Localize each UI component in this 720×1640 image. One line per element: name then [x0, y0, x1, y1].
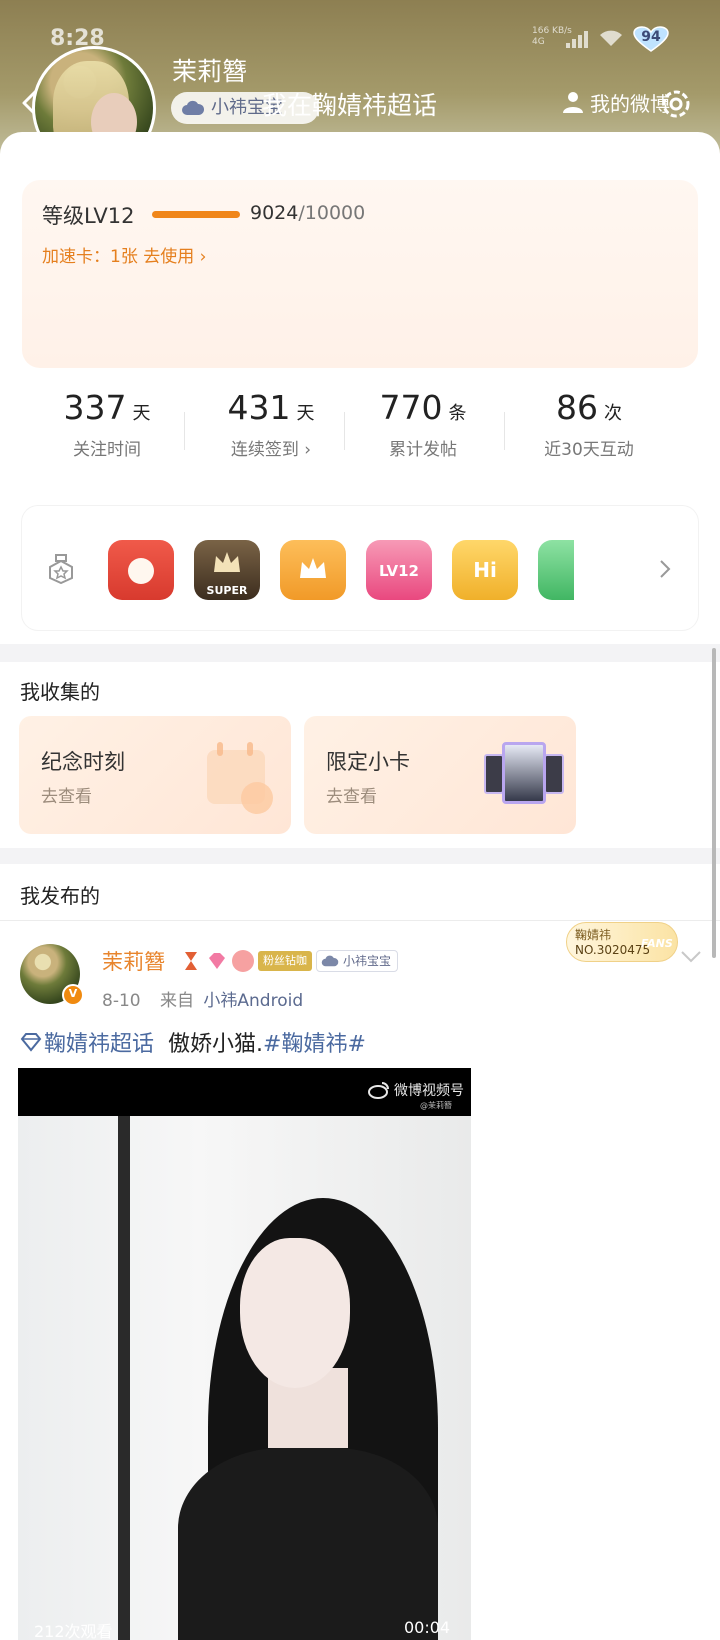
post-content: 鞠婧祎超话 傲娇小猫. #鞠婧祎#: [20, 1026, 366, 1058]
post-source[interactable]: 小祎Android: [203, 991, 303, 1011]
battery-level: 94: [641, 29, 661, 45]
cloud-icon: [182, 100, 205, 115]
diamond-icon: [20, 1033, 42, 1052]
stat-interactions: 86 次 近30天互动: [544, 388, 634, 460]
published-section-title: 我发布的: [20, 884, 100, 908]
video-duration: 00:04: [404, 1618, 451, 1637]
video-watermark-user: @茉莉簪: [420, 1101, 452, 1110]
stat-posts: 770 条 累计发帖: [379, 388, 467, 460]
fan-chip: 粉丝钻咖: [258, 951, 312, 971]
cloud-icon: [321, 955, 339, 967]
collected-section-title: 我收集的: [20, 680, 100, 704]
card-thumb: [502, 742, 546, 804]
signal-icon: [566, 31, 588, 48]
calendar-icon: [207, 742, 273, 814]
limited-card-card[interactable]: 限定小卡 去查看: [304, 716, 576, 834]
post-username[interactable]: 茉莉簪: [102, 946, 165, 976]
topic-title: 我在鞠婧祎超话: [262, 91, 438, 120]
verified-badge: V: [62, 984, 84, 1006]
post-hashtag[interactable]: #鞠婧祎#: [263, 1026, 366, 1058]
post-meta: 8-10 来自 小祎Android: [102, 991, 304, 1011]
crown-badge[interactable]: [280, 540, 346, 600]
crown-icon: [300, 558, 326, 578]
post-text: 傲娇小猫.: [168, 1032, 264, 1057]
topic-card: 等级LV12 9024/10000 加速卡：1张 去使用 › 337 天 关注时间…: [0, 132, 720, 644]
memorial-moments-card[interactable]: 纪念时刻 去查看: [19, 716, 291, 834]
lv12-badge[interactable]: LV12: [366, 540, 432, 600]
my-weibo-link[interactable]: 我的微博: [562, 88, 670, 116]
badge-wall[interactable]: SUPER LV12 Hi: [22, 506, 698, 630]
post-topic-link[interactable]: 鞠婧祎超话: [44, 1026, 154, 1058]
post-video[interactable]: 微博视频号 @茉莉簪 212次观看 00:04: [18, 1068, 471, 1640]
card-thumb: [544, 754, 564, 794]
scrollbar[interactable]: [712, 648, 716, 958]
hourglass-icon: [185, 952, 197, 970]
hi-badge[interactable]: Hi: [452, 540, 518, 600]
level-exp: 9024/10000: [250, 202, 366, 224]
post-user-badges: 粉丝钻咖 小祎宝宝: [180, 950, 399, 972]
section-divider: [0, 644, 720, 662]
header-username: 茉莉簪: [172, 57, 248, 86]
fans-card[interactable]: 鞠婧祎 NO.3020475 FANS: [566, 922, 678, 962]
gear-icon[interactable]: [658, 86, 694, 122]
stats-panel: 337 天 关注时间 431 天 连续签到 › 770 条 累计发帖 86 次 近30天…: [22, 376, 698, 480]
person-icon: [563, 92, 583, 113]
hand-badge[interactable]: [538, 540, 574, 600]
post-date: 8-10: [102, 991, 141, 1011]
girl-avatar-icon: [232, 950, 254, 972]
video-views: 212次观看: [34, 1622, 113, 1640]
stat-follow-days: 337 天 关注时间: [63, 388, 151, 460]
crown-icon: [214, 552, 240, 572]
level-panel: 等级LV12 9024/10000 加速卡：1张 去使用 ›: [22, 180, 698, 368]
speed-card-link[interactable]: 加速卡：1张 去使用 ›: [42, 242, 206, 267]
chevron-down-icon[interactable]: [680, 950, 702, 964]
level-progress-bar: [152, 211, 240, 218]
divider: [184, 412, 185, 450]
weibo-icon: [368, 1082, 389, 1099]
super-badge[interactable]: SUPER: [194, 540, 260, 600]
post-fan-tag: 小祎宝宝: [316, 950, 399, 972]
bunny-badge[interactable]: [108, 540, 174, 600]
medal-icon: [49, 554, 73, 584]
divider: [0, 920, 720, 921]
card-thumb: [484, 754, 504, 794]
diamond-level-icon: [209, 953, 225, 969]
level-label: 等级LV12: [42, 204, 135, 228]
chevron-right-icon[interactable]: [658, 558, 672, 580]
wifi-icon: [600, 30, 622, 46]
section-divider: [0, 848, 720, 864]
video-watermark: 微博视频号: [368, 1080, 464, 1100]
stat-checkin-days[interactable]: 431 天 连续签到 ›: [186, 388, 356, 460]
